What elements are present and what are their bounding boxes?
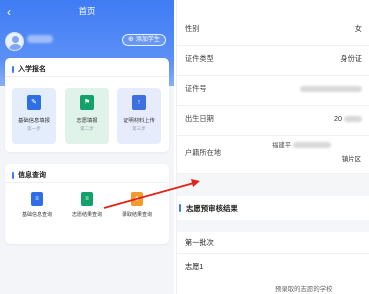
query-label: 志愿结果查询 [71, 212, 102, 218]
field-label: 出生日期 [185, 114, 214, 123]
info-document-icon: ≡ [31, 192, 43, 206]
result-detail-screen: 性别 女 证件类型 身份证 证件号 出生日期 20 户籍所在地 福建平 镇片区 … [176, 0, 369, 294]
query-admission-result[interactable]: ◆ 录取结果查询 [117, 192, 157, 232]
field-label: 户籍所在地 [185, 148, 221, 157]
query-basic-info[interactable]: ≡ 基础信息查询 [17, 192, 57, 232]
step-number: 第二步 [80, 126, 94, 131]
household-line2: 镇片区 [341, 156, 361, 163]
batch-row: 第一批次 [177, 232, 369, 254]
birth-date-visible: 20 [334, 114, 342, 123]
flag-document-icon: ⚑ [80, 95, 94, 110]
add-student-label: 添加学生 [135, 37, 160, 43]
divider [5, 76, 169, 77]
info-card-title-text: 信息查询 [18, 172, 46, 179]
step-number: 第三步 [132, 126, 146, 131]
field-label: 性别 [185, 24, 200, 33]
enroll-card: 入学报名 ✎ 基础信息填报 第一步 ⚑ 志愿填报 第二步 ↑ 证明材料上传 第三… [5, 58, 169, 152]
divider [5, 182, 169, 183]
step-basic-info[interactable]: ✎ 基础信息填报 第一步 [12, 88, 56, 144]
field-value: 20 [334, 114, 362, 123]
spacer [177, 220, 369, 232]
info-card-title: 信息查询 [12, 170, 46, 180]
field-value: 身份证 [340, 54, 362, 63]
info-query-card: 信息查询 ≡ 基础信息查询 ≡ 志愿结果查询 ◆ 录取结果查询 [5, 164, 169, 244]
enroll-card-title: 入学报名 [12, 64, 46, 74]
step-number: 第一步 [27, 126, 41, 131]
admission-document-icon: ◆ [131, 192, 143, 206]
add-student-button[interactable]: ⊕ 添加学生 [122, 34, 166, 46]
student-name-blurred [27, 35, 53, 43]
home-screen: ‹ 首页 ⊕ 添加学生 入学报名 ✎ 基础信息填报 第一步 ⚑ 志愿填报 第二步… [0, 0, 174, 294]
plus-circle-icon: ⊕ [128, 36, 134, 43]
step-volunteer[interactable]: ⚑ 志愿填报 第二步 [65, 88, 109, 144]
field-label: 证件号 [185, 84, 207, 93]
enroll-card-title-text: 入学报名 [18, 66, 46, 73]
section-marker [12, 65, 14, 73]
step-label: 志愿填报 [76, 118, 98, 124]
wish-row: 志愿1 预录取的志愿的学校 [177, 256, 369, 294]
student-avatar[interactable] [5, 32, 24, 51]
section-title: 志愿预审核结果 [177, 196, 369, 220]
step-upload[interactable]: ↑ 证明材料上传 第三步 [117, 88, 161, 144]
field-value-blurred [300, 84, 362, 93]
query-label: 基础信息查询 [21, 212, 52, 218]
section-marker [12, 171, 14, 179]
field-value: 女 [354, 24, 362, 33]
upload-document-icon: ↑ [132, 95, 146, 110]
field-id-number: 证件号 [177, 76, 369, 106]
spacer [177, 174, 369, 196]
section-title-text: 志愿预审核结果 [186, 203, 238, 213]
edit-document-icon: ✎ [27, 95, 41, 110]
section-marker [179, 204, 181, 212]
wish-value: 预录取的志愿的学校 [275, 286, 333, 293]
query-volunteer-result[interactable]: ≡ 志愿结果查询 [67, 192, 107, 232]
page-title: 首页 [78, 6, 96, 16]
field-id-type: 证件类型 身份证 [177, 46, 369, 76]
query-label: 录取结果查询 [121, 212, 152, 218]
batch-label: 第一批次 [185, 238, 214, 247]
step-label: 基础信息填报 [18, 118, 50, 124]
field-gender: 性别 女 [177, 16, 369, 46]
household-line1: 福建平 [272, 140, 331, 149]
wish-label: 志愿1 [185, 262, 204, 271]
field-birth-date: 出生日期 20 [177, 106, 369, 136]
step-label: 证明材料上传 [123, 118, 155, 124]
result-document-icon: ≡ [81, 192, 93, 206]
field-label: 证件类型 [185, 54, 214, 63]
